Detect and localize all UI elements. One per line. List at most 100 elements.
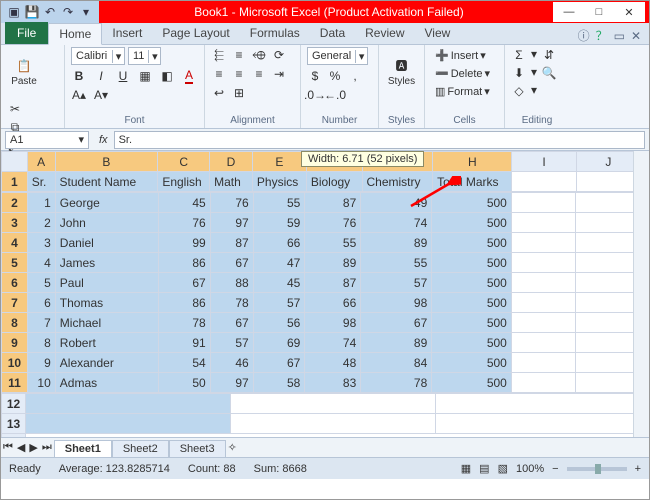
decrease-decimal-icon[interactable]: ←.0: [327, 87, 343, 103]
comma-icon[interactable]: ,: [347, 68, 363, 84]
group-clipboard: 📋 Paste ✂ ⧉ 🖌 Clipboard: [1, 45, 65, 128]
sheet-nav-next-icon[interactable]: ▶: [27, 441, 39, 454]
col-header[interactable]: H: [433, 152, 512, 172]
save-icon[interactable]: 💾: [25, 5, 39, 19]
name-box[interactable]: A1▾: [5, 131, 89, 149]
redo-icon[interactable]: ↷: [61, 5, 75, 19]
grow-font-icon[interactable]: A▴: [71, 87, 87, 103]
excel-icon: ▣: [7, 5, 21, 19]
formula-input[interactable]: Sr.: [114, 131, 645, 149]
tab-insert[interactable]: Insert: [102, 22, 152, 44]
font-size-combo[interactable]: 11▾: [128, 47, 161, 65]
sheet-nav-prev-icon[interactable]: ◀: [15, 441, 27, 454]
zoom-in-icon[interactable]: +: [635, 463, 641, 475]
view-page-layout-icon[interactable]: ▤: [479, 462, 489, 475]
sheet-tab-3[interactable]: Sheet3: [169, 440, 226, 457]
minimize-ribbon-icon[interactable]: ⓘ: [578, 27, 590, 44]
help-icon[interactable]: ？: [596, 27, 608, 44]
col-header[interactable]: E: [252, 152, 306, 172]
qat-dropdown-icon[interactable]: ▾: [79, 5, 93, 19]
col-header[interactable]: B: [55, 152, 158, 172]
tab-page-layout[interactable]: Page Layout: [152, 22, 239, 44]
align-top-icon[interactable]: ⬱: [211, 47, 227, 63]
minimize-button[interactable]: —: [555, 2, 583, 22]
formula-bar: A1▾ fx Sr.: [1, 129, 649, 151]
align-middle-icon[interactable]: ≡: [231, 47, 247, 63]
col-header[interactable]: D: [210, 152, 253, 172]
table-row: 13: [2, 414, 641, 434]
styles-button[interactable]: 🅰 Styles: [385, 47, 418, 97]
tab-review[interactable]: Review: [355, 22, 414, 44]
currency-icon[interactable]: $: [307, 68, 323, 84]
paste-icon: 📋: [16, 58, 32, 74]
undo-icon[interactable]: ↶: [43, 5, 57, 19]
tab-data[interactable]: Data: [310, 22, 355, 44]
zoom-level[interactable]: 100%: [516, 463, 544, 475]
align-center-icon[interactable]: ≡: [231, 66, 247, 82]
maximize-button[interactable]: □: [585, 2, 613, 22]
col-header[interactable]: C: [158, 152, 210, 172]
sheet-tab-1[interactable]: Sheet1: [54, 440, 112, 457]
select-all-corner[interactable]: [2, 152, 28, 172]
sheet-nav-last-icon[interactable]: ⏭: [40, 441, 54, 454]
restore-window-icon[interactable]: ▭: [614, 29, 625, 43]
italic-icon[interactable]: I: [93, 68, 109, 84]
vertical-scrollbar[interactable]: [633, 151, 649, 437]
new-sheet-icon[interactable]: ✧: [226, 441, 239, 454]
insert-cells-button[interactable]: ➕Insert▾: [431, 47, 490, 64]
sheet-tab-2[interactable]: Sheet2: [112, 440, 169, 457]
font-color-icon[interactable]: A: [181, 68, 197, 84]
table-row: 8 7 Michael 78 67 56 98 67 500: [2, 313, 641, 333]
fill-icon[interactable]: ⬇: [511, 65, 527, 81]
zoom-slider[interactable]: [567, 467, 627, 471]
font-name-combo[interactable]: Calibri▾: [71, 47, 125, 65]
tab-view[interactable]: View: [415, 22, 461, 44]
paste-button[interactable]: 📋 Paste: [7, 47, 41, 97]
percent-icon[interactable]: %: [327, 68, 343, 84]
align-bottom-icon[interactable]: ⬲: [251, 47, 267, 63]
cut-icon[interactable]: ✂: [7, 101, 23, 117]
orientation-icon[interactable]: ⟳: [271, 47, 287, 63]
autosum-icon[interactable]: Σ: [511, 47, 527, 63]
border-icon[interactable]: ▦: [137, 68, 153, 84]
tab-formulas[interactable]: Formulas: [240, 22, 310, 44]
spreadsheet-grid[interactable]: A B C D E F G H I J 1 Sr. Student Name E…: [1, 151, 649, 437]
col-header[interactable]: A: [27, 152, 55, 172]
table-row: 4 3 Daniel 99 87 66 55 89 500: [2, 233, 641, 253]
fill-color-icon[interactable]: ◧: [159, 68, 175, 84]
table-row: 3 2 John 76 97 59 76 74 500: [2, 213, 641, 233]
col-header[interactable]: J: [576, 152, 640, 172]
sheet-tab-bar: ⏮ ◀ ▶ ⏭ Sheet1 Sheet2 Sheet3 ✧: [1, 437, 649, 457]
find-icon[interactable]: 🔍: [541, 65, 557, 81]
sort-filter-icon[interactable]: ⇵: [541, 47, 557, 63]
merge-icon[interactable]: ⊞: [231, 85, 247, 101]
view-page-break-icon[interactable]: ▧: [498, 462, 508, 475]
align-left-icon[interactable]: ≡: [211, 66, 227, 82]
tab-file[interactable]: File: [5, 22, 48, 44]
styles-icon: 🅰: [394, 58, 410, 74]
col-header[interactable]: I: [512, 152, 576, 172]
table-row: 9 8 Robert 91 57 69 74 89 500: [2, 333, 641, 353]
ribbon-tabs: File Home Insert Page Layout Formulas Da…: [1, 23, 649, 45]
view-normal-icon[interactable]: ▦: [461, 462, 471, 475]
number-format-combo[interactable]: General▾: [307, 47, 368, 65]
format-cells-button[interactable]: ▥Format▾: [431, 83, 494, 100]
fx-icon[interactable]: fx: [93, 134, 114, 146]
align-right-icon[interactable]: ≡: [251, 66, 267, 82]
group-alignment: ⬱ ≡ ⬲ ⟳ ≡ ≡ ≡ ⇥ ↩ ⊞ Alignment: [205, 45, 301, 128]
delete-cells-button[interactable]: ➖Delete▾: [431, 65, 494, 82]
title-bar: ▣ 💾 ↶ ↷ ▾ Book1 - Microsoft Excel (Produ…: [1, 1, 649, 23]
wrap-text-icon[interactable]: ↩: [211, 85, 227, 101]
underline-icon[interactable]: U: [115, 68, 131, 84]
close-button[interactable]: ✕: [615, 2, 643, 22]
shrink-font-icon[interactable]: A▾: [93, 87, 109, 103]
tab-home[interactable]: Home: [48, 23, 102, 45]
column-width-tooltip: Width: 6.71 (52 pixels): [301, 151, 424, 167]
close-workbook-icon[interactable]: ✕: [631, 29, 641, 43]
indent-icon[interactable]: ⇥: [271, 66, 287, 82]
increase-decimal-icon[interactable]: .0→: [307, 87, 323, 103]
clear-icon[interactable]: ◇: [511, 83, 527, 99]
bold-icon[interactable]: B: [71, 68, 87, 84]
sheet-nav-first-icon[interactable]: ⏮: [1, 441, 15, 454]
zoom-out-icon[interactable]: −: [552, 463, 558, 475]
